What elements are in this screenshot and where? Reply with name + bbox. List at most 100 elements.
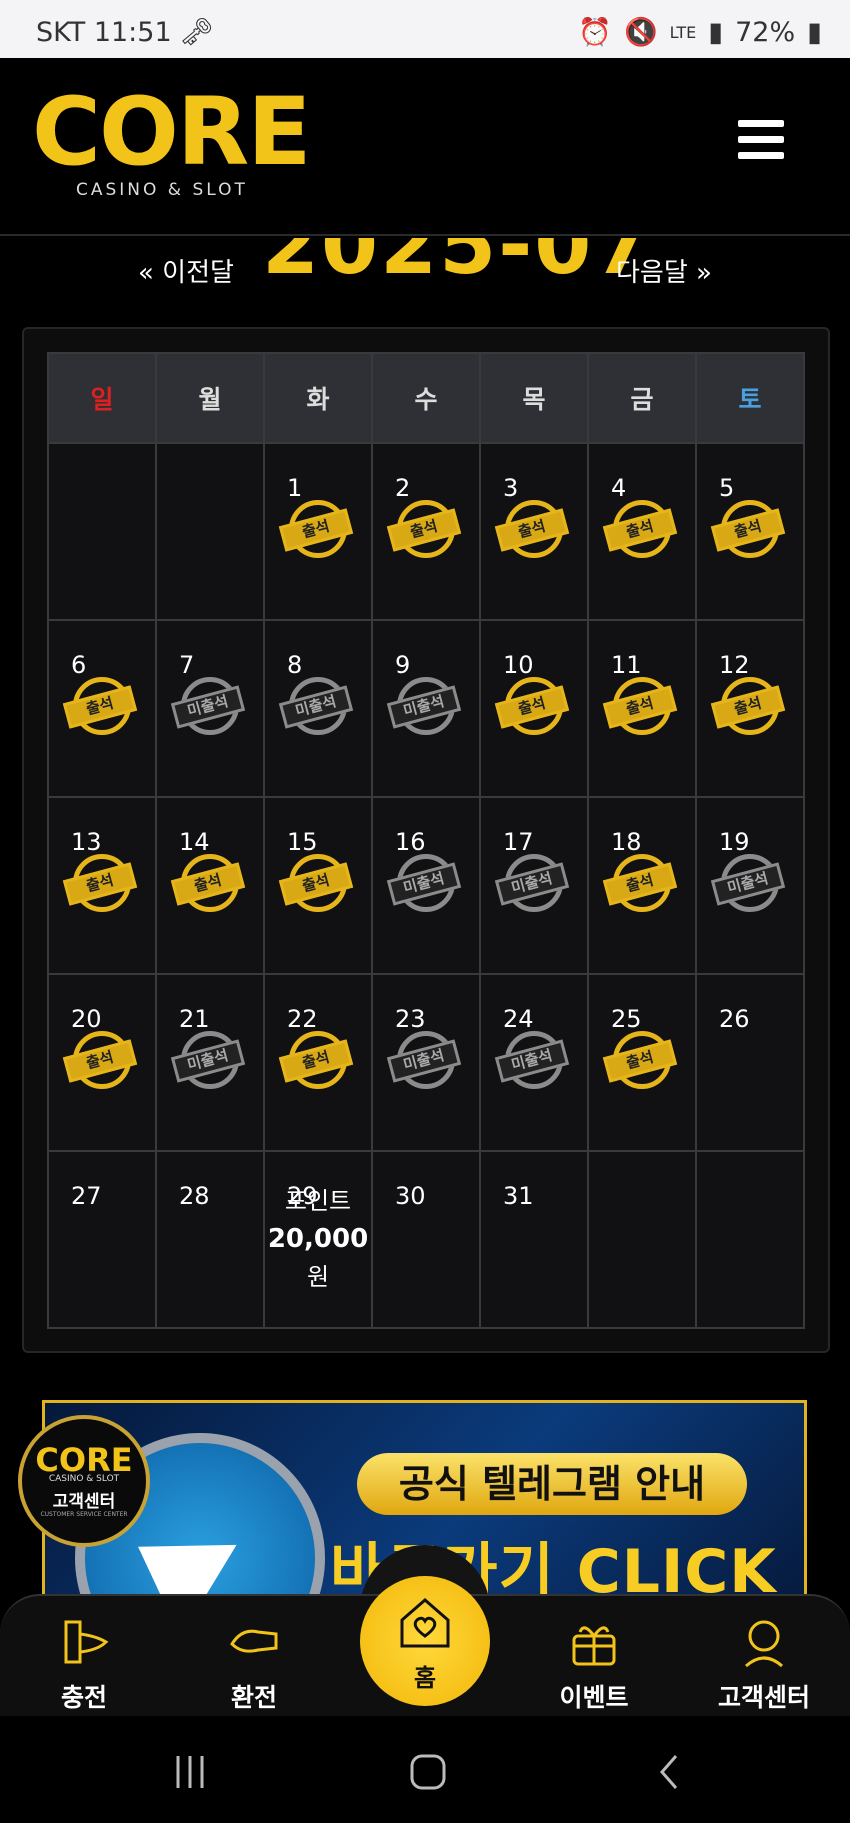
point-amount: 20,000 (267, 1224, 369, 1254)
day-number: 12 (719, 651, 750, 679)
day-number: 16 (395, 828, 426, 856)
calendar-empty-cell (695, 1150, 805, 1329)
day-number: 3 (503, 474, 519, 502)
absence-stamp: 미출석 (494, 1031, 573, 1101)
system-navigation-bar (0, 1716, 850, 1823)
exchange-icon (230, 1629, 278, 1653)
calendar-day-cell: 15 출석 (263, 796, 373, 975)
carrier-time: SKT 11:51 (36, 16, 172, 48)
day-number: 11 (611, 651, 642, 679)
signal-icon: ▮ (708, 16, 724, 48)
logo-word: CORE (32, 78, 311, 187)
calendar-week-row: 1 출석 2 출석 3 출석 4 출석 5 출석 (47, 442, 805, 621)
weekday-sat: 토 (695, 352, 805, 444)
day-number: 5 (719, 474, 735, 502)
day-number: 17 (503, 828, 534, 856)
attendance-stamp: 출석 (602, 854, 681, 924)
absence-stamp: 미출석 (494, 854, 573, 924)
nav-support-label: 고객센터 (717, 1683, 810, 1712)
nav-home[interactable]: 홈 (360, 1576, 490, 1706)
calendar-day-cell: 12 출석 (695, 619, 805, 798)
attendance-stamp: 출석 (278, 500, 357, 570)
calendar-day-cell: 19 미출석 (695, 796, 805, 975)
point-reward: 포인트 20,000 원 (265, 1182, 371, 1296)
attendance-stamp: 출석 (602, 500, 681, 570)
current-month: 2025-07 (262, 238, 653, 293)
day-number: 1 (287, 474, 303, 502)
calendar-day-cell: 23 미출석 (371, 973, 481, 1152)
next-month-link[interactable]: 다음달 » (616, 252, 712, 289)
battery-level: 72% (735, 16, 796, 48)
calendar-day-cell: 18 출석 (587, 796, 697, 975)
day-number: 27 (71, 1182, 102, 1210)
day-number: 23 (395, 1005, 426, 1033)
weekday-fri: 금 (587, 352, 697, 444)
recent-apps-icon[interactable] (170, 1752, 210, 1792)
day-number: 25 (611, 1005, 642, 1033)
nav-event-label: 이벤트 (559, 1683, 629, 1712)
weekday-header-row: 일 월 화 수 목 금 토 (47, 352, 805, 444)
network-label: LTE (669, 22, 697, 42)
nav-support[interactable]: 고객센터 (704, 1614, 824, 1714)
home-system-icon[interactable] (408, 1752, 448, 1792)
banner-title: 공식 텔레그램 안내 (357, 1453, 747, 1515)
day-number: 21 (179, 1005, 210, 1033)
nav-event[interactable]: 이벤트 (534, 1614, 654, 1714)
back-icon[interactable] (650, 1752, 690, 1792)
calendar-day-cell: 4 출석 (587, 442, 697, 621)
nav-exchange-label: 환전 (230, 1683, 277, 1712)
absence-stamp: 미출석 (386, 854, 465, 924)
nav-charge-label: 충전 (60, 1683, 107, 1712)
point-unit: 원 (306, 1263, 330, 1291)
calendar-day-cell: 26 (695, 973, 805, 1152)
absence-stamp: 미출석 (386, 1031, 465, 1101)
attendance-stamp: 출석 (170, 854, 249, 924)
attendance-stamp: 출석 (602, 677, 681, 747)
attendance-stamp: 출석 (494, 500, 573, 570)
weekday-sun: 일 (47, 352, 157, 444)
calendar-day-cell: 16 미출석 (371, 796, 481, 975)
home-heart-icon (400, 1598, 450, 1648)
attendance-stamp: 출석 (62, 1031, 141, 1101)
calendar-week-row: 13 출석 14 출석 15 출석 16 미출석 17 미출석 18 출석 19 미출석 (47, 796, 805, 975)
weekday-mon: 월 (155, 352, 265, 444)
month-navigation: « 이전달 2025-07 다음달 » (0, 238, 850, 318)
calendar-day-cell: 30 (371, 1150, 481, 1329)
absence-stamp: 미출석 (170, 1031, 249, 1101)
nav-exchange[interactable]: 환전 (194, 1614, 314, 1714)
absence-stamp: 미출석 (278, 677, 357, 747)
absence-stamp: 미출석 (386, 677, 465, 747)
calendar-table: 일 월 화 수 목 금 토 1 출석 2 출석 3 출석 4 출석 5 출석 6 출석 7 미출석 8 미출석… (47, 352, 805, 1329)
calendar-day-cell: 3 출석 (479, 442, 589, 621)
prev-month-link[interactable]: « 이전달 (138, 252, 234, 289)
day-number: 28 (179, 1182, 210, 1210)
day-number: 22 (287, 1005, 318, 1033)
calendar-day-cell: 29 포인트 20,000 원 (263, 1150, 373, 1329)
attendance-stamp: 출석 (710, 677, 789, 747)
attendance-stamp: 출석 (278, 854, 357, 924)
attendance-stamp: 출석 (62, 677, 141, 747)
calendar-day-cell: 5 출석 (695, 442, 805, 621)
nav-charge[interactable]: 충전 (24, 1614, 144, 1714)
calendar-week-row: 27 28 29 포인트 20,000 원 30 31 (47, 1150, 805, 1329)
day-number: 20 (71, 1005, 102, 1033)
day-number: 24 (503, 1005, 534, 1033)
customer-service-badge[interactable]: CORE CASINO & SLOT 고객센터 CUSTOMER SERVICE… (18, 1415, 150, 1547)
day-number: 30 (395, 1182, 426, 1210)
attendance-stamp: 출석 (494, 677, 573, 747)
attendance-stamp: 출석 (602, 1031, 681, 1101)
calendar-day-cell: 11 출석 (587, 619, 697, 798)
day-number: 31 (503, 1182, 534, 1210)
calendar-day-cell: 14 출석 (155, 796, 265, 975)
calendar-day-cell: 24 미출석 (479, 973, 589, 1152)
absence-stamp: 미출석 (710, 854, 789, 924)
calendar-week-row: 20 출석 21 미출석 22 출석 23 미출석 24 미출석 25 출석 26 (47, 973, 805, 1152)
menu-icon[interactable] (738, 120, 784, 162)
mute-icon: 🔇 (624, 17, 658, 48)
attendance-stamp: 출석 (278, 1031, 357, 1101)
day-number: 2 (395, 474, 411, 502)
core-logo[interactable]: CORE CASINO & SLOT (32, 86, 311, 201)
cs-label-en: CUSTOMER SERVICE CENTER (40, 1511, 128, 1518)
calendar-day-cell: 31 (479, 1150, 589, 1329)
day-number: 19 (719, 828, 750, 856)
